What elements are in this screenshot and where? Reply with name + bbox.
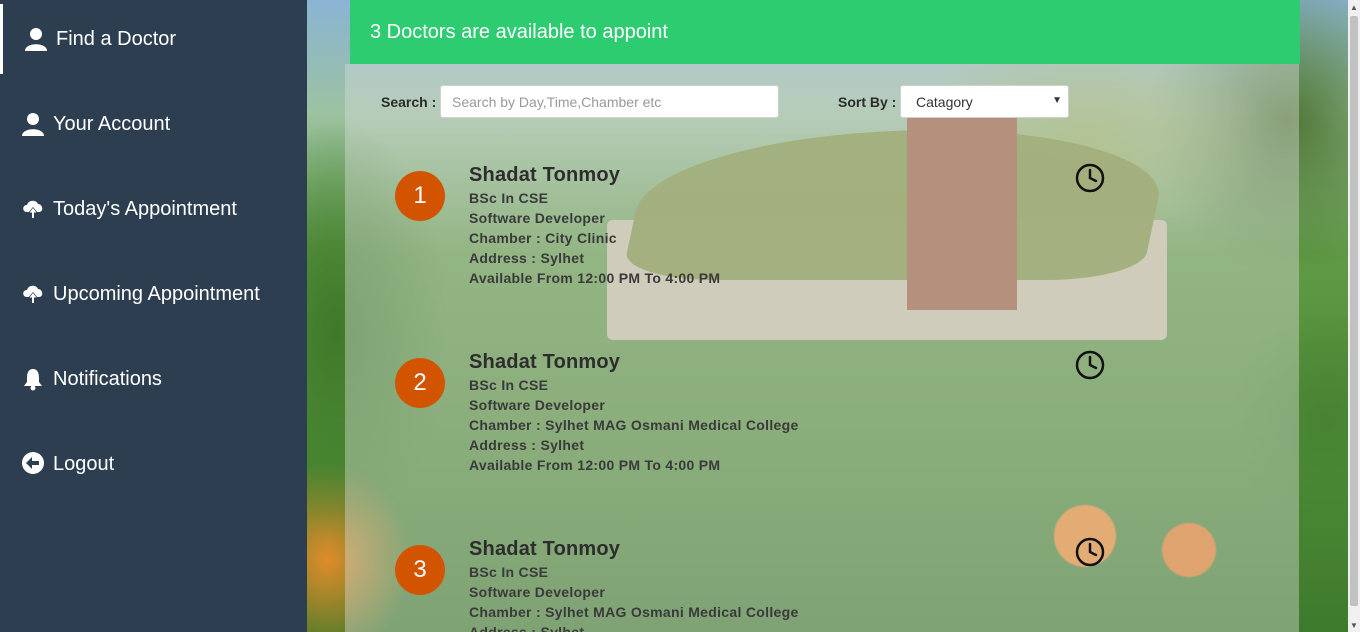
sort-select-value: Catagory [916, 93, 973, 110]
doctor-address: Address : Sylhet [469, 624, 585, 632]
doctor-availability: Available From 12:00 PM To 4:00 PM [469, 457, 721, 473]
doctor-degree: BSc In CSE [469, 377, 549, 393]
cloud-upload-icon [21, 281, 45, 307]
doctor-info: Shadat Tonmoy BSc In CSE Software Develo… [469, 163, 720, 288]
sort-label: Sort By : [838, 94, 897, 110]
doctor-address: Address : Sylhet [469, 250, 585, 266]
doctor-profession: Software Developer [469, 584, 606, 600]
clock-icon[interactable] [1075, 537, 1105, 567]
sidebar-item-label: Today's Appointment [53, 197, 237, 220]
search-label: Search : [381, 94, 437, 110]
page-scrollbar[interactable]: ▲ ▼ [1348, 0, 1360, 632]
availability-banner: 3 Doctors are available to appoint [350, 0, 1300, 64]
circle-arrow-left-icon [21, 451, 45, 477]
sidebar-item-label: Notifications [53, 367, 162, 390]
clock-icon[interactable] [1075, 163, 1105, 193]
doctor-info: Shadat Tonmoy BSc In CSE Software Develo… [469, 350, 799, 475]
doctor-number-badge: 2 [395, 358, 445, 408]
availability-banner-text: 3 Doctors are available to appoint [370, 20, 668, 43]
doctor-chamber: Chamber : Sylhet MAG Osmani Medical Coll… [469, 417, 799, 433]
doctor-chamber: Chamber : Sylhet MAG Osmani Medical Coll… [469, 604, 799, 620]
sidebar-item-todays-appointment[interactable]: Today's Appointment [0, 174, 307, 244]
scroll-thumb[interactable] [1350, 16, 1358, 606]
sidebar-item-notifications[interactable]: Notifications [0, 344, 307, 414]
doctor-name: Shadat Tonmoy [469, 351, 621, 373]
doctor-profession: Software Developer [469, 397, 606, 413]
doctor-address: Address : Sylhet [469, 437, 585, 453]
doctor-number-badge: 3 [395, 545, 445, 595]
sidebar-item-logout[interactable]: Logout [0, 429, 307, 499]
clock-icon[interactable] [1075, 350, 1105, 380]
doctor-card: 3 Shadat Tonmoy BSc In CSE Software Deve… [345, 537, 1299, 632]
doctor-chamber: Chamber : City Clinic [469, 230, 617, 246]
user-icon [21, 111, 45, 137]
doctor-profession: Software Developer [469, 210, 606, 226]
search-input[interactable] [440, 85, 779, 118]
scroll-down-arrow-icon[interactable]: ▼ [1348, 618, 1360, 632]
doctor-card: 1 Shadat Tonmoy BSc In CSE Software Deve… [345, 163, 1299, 350]
bell-icon [21, 366, 45, 392]
sidebar-item-label: Upcoming Appointment [53, 282, 260, 305]
doctor-number-badge: 1 [395, 171, 445, 221]
cloud-upload-icon [21, 196, 45, 222]
doctor-degree: BSc In CSE [469, 190, 549, 206]
doctor-card: 2 Shadat Tonmoy BSc In CSE Software Deve… [345, 350, 1299, 537]
sidebar-item-find-a-doctor[interactable]: Find a Doctor [0, 4, 307, 74]
sidebar-item-label: Logout [53, 452, 115, 475]
scroll-up-arrow-icon[interactable]: ▲ [1348, 0, 1360, 14]
sort-select[interactable]: Catagory ▼ [900, 85, 1069, 118]
sidebar: Find a Doctor Your Account Today's Appoi… [0, 0, 307, 632]
sidebar-item-upcoming-appointment[interactable]: Upcoming Appointment [0, 259, 307, 329]
doctor-availability: Available From 12:00 PM To 4:00 PM [469, 270, 721, 286]
doctor-name: Shadat Tonmoy [469, 538, 621, 560]
sidebar-item-your-account[interactable]: Your Account [0, 89, 307, 159]
chevron-down-icon: ▼ [1052, 95, 1062, 106]
sidebar-item-label: Your Account [53, 112, 171, 135]
doctor-name: Shadat Tonmoy [469, 164, 621, 186]
doctor-degree: BSc In CSE [469, 564, 549, 580]
doctor-info: Shadat Tonmoy BSc In CSE Software Develo… [469, 537, 799, 632]
user-icon [24, 26, 48, 52]
sidebar-item-label: Find a Doctor [56, 27, 177, 50]
